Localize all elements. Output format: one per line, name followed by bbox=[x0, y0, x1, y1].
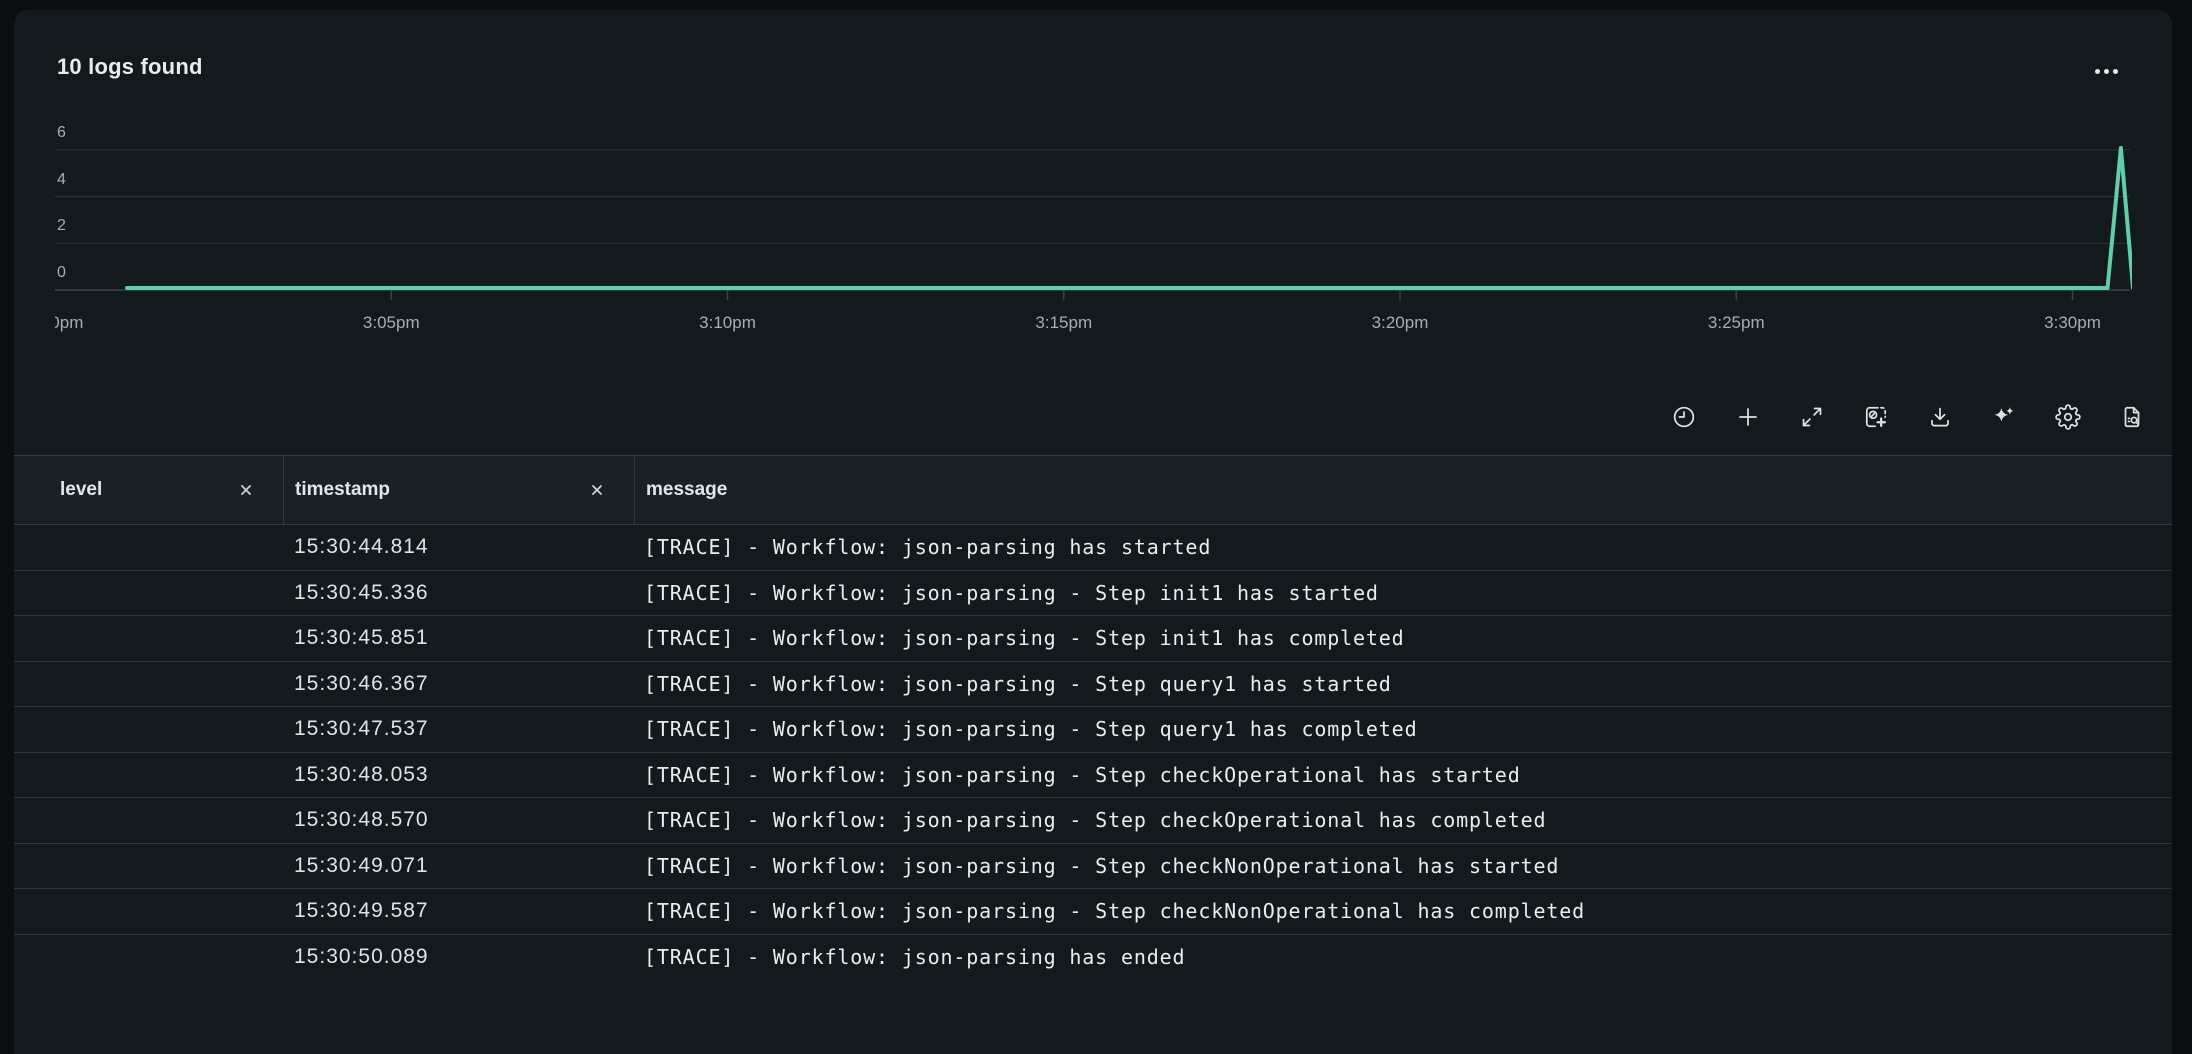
log-row[interactable]: 15:30:45.336[TRACE] - Workflow: json-par… bbox=[14, 571, 2172, 617]
y-axis-tick-label: 0 bbox=[57, 264, 97, 284]
log-message-cell: [TRACE] - Workflow: json-parsing - Step … bbox=[634, 626, 2172, 650]
log-row[interactable]: 15:30:46.367[TRACE] - Workflow: json-par… bbox=[14, 662, 2172, 708]
logs-panel: 10 logs found 6 4 2 0 3:00pm 3:05pm 3:10pm 3:1… bbox=[14, 10, 2172, 1054]
log-timestamp-cell: 15:30:46.367 bbox=[283, 672, 634, 696]
x-axis-tick-label: 3:05pm bbox=[363, 313, 420, 333]
log-timestamp-cell: 15:30:50.089 bbox=[283, 945, 634, 969]
column-header-message[interactable]: message bbox=[634, 456, 2172, 524]
download-button[interactable] bbox=[1927, 404, 1953, 430]
close-icon bbox=[588, 481, 606, 499]
ai-sparkle-button[interactable] bbox=[1991, 404, 2017, 430]
log-message-cell: [TRACE] - Workflow: json-parsing - Step … bbox=[634, 717, 2172, 741]
x-axis-tick-label: 3:00pm bbox=[55, 313, 83, 333]
remove-column-level-button[interactable] bbox=[237, 481, 255, 499]
column-header-timestamp[interactable]: timestamp bbox=[283, 456, 634, 524]
log-message-cell: [TRACE] - Workflow: json-parsing - Step … bbox=[634, 808, 2172, 832]
settings-gear-icon bbox=[2055, 404, 2081, 430]
close-icon bbox=[237, 481, 255, 499]
log-row[interactable]: 15:30:50.089[TRACE] - Workflow: json-par… bbox=[14, 935, 2172, 981]
y-axis-tick-label: 2 bbox=[57, 217, 97, 237]
log-row[interactable]: 15:30:48.053[TRACE] - Workflow: json-par… bbox=[14, 753, 2172, 799]
log-message-cell: [TRACE] - Workflow: json-parsing has end… bbox=[634, 945, 2172, 969]
log-volume-chart bbox=[55, 135, 2132, 315]
logs-count-title: 10 logs found bbox=[57, 54, 203, 80]
logs-explorer-view: 10 logs found 6 4 2 0 3:00pm 3:05pm 3:10pm 3:1… bbox=[0, 0, 2192, 1054]
x-axis-tick-label: 3:10pm bbox=[699, 313, 756, 333]
column-header-level[interactable]: level bbox=[14, 456, 283, 524]
log-timestamp-cell: 15:30:48.053 bbox=[283, 763, 634, 787]
remove-column-timestamp-button[interactable] bbox=[588, 481, 606, 499]
log-timestamp-cell: 15:30:44.814 bbox=[283, 535, 634, 559]
x-axis-tick-label: 3:20pm bbox=[1372, 313, 1429, 333]
column-label: level bbox=[60, 479, 102, 501]
log-message-cell: [TRACE] - Workflow: json-parsing - Step … bbox=[634, 581, 2172, 605]
log-row[interactable]: 15:30:49.071[TRACE] - Workflow: json-par… bbox=[14, 844, 2172, 890]
log-timestamp-cell: 15:30:48.570 bbox=[283, 808, 634, 832]
log-timestamp-cell: 15:30:49.071 bbox=[283, 854, 634, 878]
add-plus-icon bbox=[1735, 404, 1761, 430]
y-axis-tick-label: 4 bbox=[57, 171, 97, 191]
column-label: message bbox=[646, 479, 727, 501]
x-axis-tick-label: 3:15pm bbox=[1035, 313, 1092, 333]
log-message-cell: [TRACE] - Workflow: json-parsing - Step … bbox=[634, 672, 2172, 696]
column-label: timestamp bbox=[295, 479, 390, 501]
add-plus-button[interactable] bbox=[1735, 404, 1761, 430]
log-details-search-icon bbox=[2119, 404, 2145, 430]
history-clock-icon bbox=[1671, 404, 1697, 430]
logs-table-header: level timestamp message bbox=[14, 455, 2172, 525]
log-row[interactable]: 15:30:47.537[TRACE] - Workflow: json-par… bbox=[14, 707, 2172, 753]
log-row[interactable]: 15:30:45.851[TRACE] - Workflow: json-par… bbox=[14, 616, 2172, 662]
log-timestamp-cell: 15:30:45.336 bbox=[283, 581, 634, 605]
ai-sparkle-icon bbox=[1991, 404, 2017, 430]
logs-toolbar bbox=[1671, 395, 2145, 439]
log-volume-line-series bbox=[127, 148, 2132, 288]
log-message-cell: [TRACE] - Workflow: json-parsing has sta… bbox=[634, 535, 2172, 559]
kebab-menu-icon bbox=[2113, 69, 2118, 74]
kebab-menu-icon bbox=[2104, 69, 2109, 74]
logs-table-body: 15:30:44.814[TRACE] - Workflow: json-par… bbox=[14, 525, 2172, 980]
x-axis-tick-label: 3:25pm bbox=[1708, 313, 1765, 333]
log-message-cell: [TRACE] - Workflow: json-parsing - Step … bbox=[634, 763, 2172, 787]
download-icon bbox=[1927, 404, 1953, 430]
expand-icon bbox=[1799, 404, 1825, 430]
add-to-dashboard-icon bbox=[1863, 404, 1889, 430]
log-row[interactable]: 15:30:49.587[TRACE] - Workflow: json-par… bbox=[14, 889, 2172, 935]
log-details-search-button[interactable] bbox=[2119, 404, 2145, 430]
log-message-cell: [TRACE] - Workflow: json-parsing - Step … bbox=[634, 854, 2172, 878]
log-row[interactable]: 15:30:44.814[TRACE] - Workflow: json-par… bbox=[14, 525, 2172, 571]
history-clock-button[interactable] bbox=[1671, 404, 1697, 430]
log-timestamp-cell: 15:30:45.851 bbox=[283, 626, 634, 650]
expand-button[interactable] bbox=[1799, 404, 1825, 430]
x-axis-tick-label: 3:30pm bbox=[2044, 313, 2101, 333]
y-axis-tick-label: 6 bbox=[57, 124, 97, 144]
chart-x-axis: 3:00pm 3:05pm 3:10pm 3:15pm 3:20pm 3:25pm 3:30… bbox=[55, 305, 2132, 333]
log-timestamp-cell: 15:30:47.537 bbox=[283, 717, 634, 741]
log-row[interactable]: 15:30:48.570[TRACE] - Workflow: json-par… bbox=[14, 798, 2172, 844]
kebab-menu-icon bbox=[2095, 69, 2100, 74]
logs-table: leveltimestampmessage 15:30:44.814[TRACE… bbox=[14, 455, 2172, 980]
add-to-dashboard-button[interactable] bbox=[1863, 404, 1889, 430]
panel-menu-button[interactable] bbox=[2095, 69, 2118, 74]
settings-gear-button[interactable] bbox=[2055, 404, 2081, 430]
log-message-cell: [TRACE] - Workflow: json-parsing - Step … bbox=[634, 899, 2172, 923]
log-timestamp-cell: 15:30:49.587 bbox=[283, 899, 634, 923]
